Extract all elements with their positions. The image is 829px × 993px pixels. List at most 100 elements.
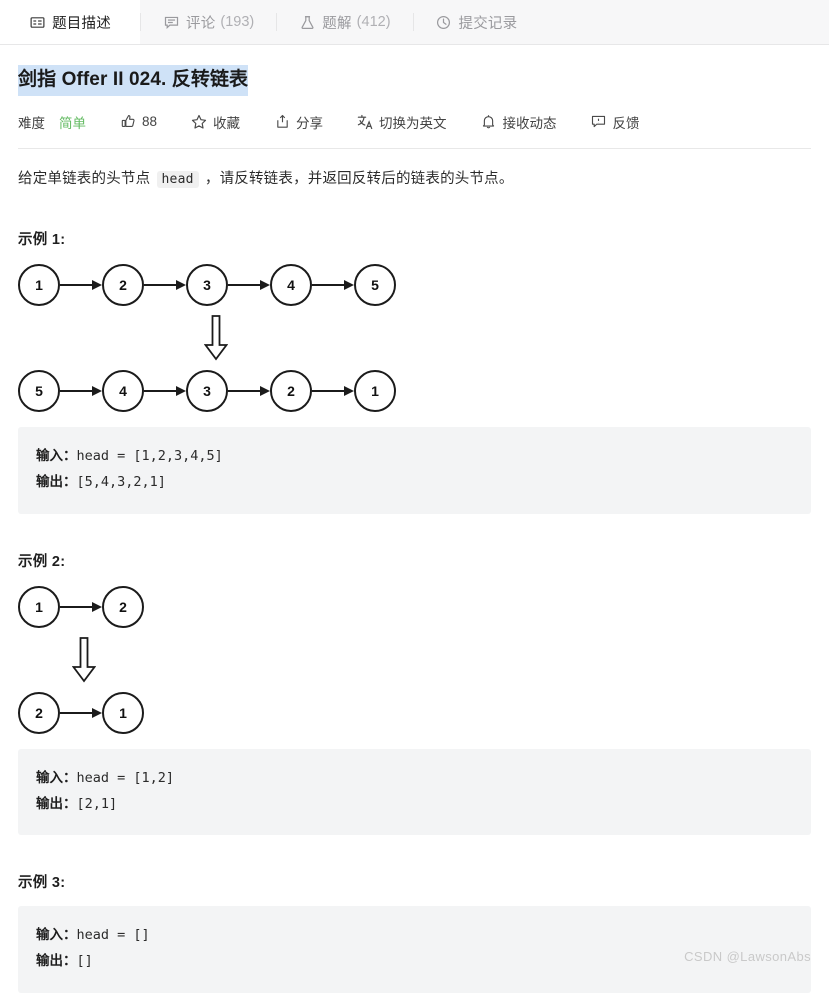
tab-comments-label: 评论 (186, 15, 216, 32)
tab-description[interactable]: 题目描述 (0, 0, 140, 44)
arrow-right-icon (60, 601, 102, 613)
like-button[interactable]: 88 (120, 114, 157, 130)
list-node: 3 (186, 369, 228, 412)
input-label: 输入： (36, 927, 77, 944)
input-value: head = [1,2,3,4,5] (76, 447, 223, 464)
share-button[interactable]: 分享 (274, 112, 323, 132)
arrow-right-icon (312, 279, 354, 291)
input-label: 输入： (36, 447, 77, 464)
translate-icon (357, 114, 373, 130)
language-toggle-button[interactable]: 切换为英文 (357, 112, 447, 132)
arrow-right-icon (228, 279, 270, 291)
tab-description-label: 题目描述 (52, 15, 111, 32)
like-count: 88 (142, 114, 158, 130)
description-text-before: 给定单链表的头节点 (18, 170, 155, 187)
example-3-heading: 示例 3: (18, 875, 66, 892)
example-2-heading: 示例 2: (18, 553, 66, 570)
output-value: [5,4,3,2,1] (76, 474, 166, 491)
comment-icon (163, 14, 179, 30)
subscribe-button[interactable]: 接收动态 (481, 112, 557, 132)
example-1-diagram: 1 2 3 4 5 5 4 3 2 1 (18, 263, 811, 413)
arrow-right-icon (144, 385, 186, 397)
description-text-after: ，请反转链表，并返回反转后的链表的头节点。 (200, 170, 514, 187)
transform-arrow-row-1 (18, 307, 811, 369)
example-2-diagram: 1 2 2 1 (18, 585, 811, 735)
clock-icon (436, 14, 452, 30)
arrow-right-icon (228, 385, 270, 397)
bell-icon (481, 114, 497, 130)
list-node: 3 (186, 263, 228, 306)
subscribe-label: 接收动态 (502, 115, 557, 131)
example-1-output-line: 输出：[5,4,3,2,1] (36, 469, 793, 495)
arrow-right-icon (144, 279, 186, 291)
arrow-down-icon (72, 636, 96, 683)
linked-list-before: 1 2 3 4 5 (18, 263, 811, 307)
list-node: 2 (102, 263, 144, 306)
tab-solutions[interactable]: 题解 (412) (277, 0, 412, 44)
head-inline-code: head (156, 170, 199, 188)
example-1-input-line: 输入：head = [1,2,3,4,5] (36, 443, 793, 469)
example-2-input-line: 输入：head = [1,2] (36, 765, 793, 791)
share-label: 分享 (296, 115, 324, 131)
list-node: 5 (354, 263, 396, 306)
tab-submissions[interactable]: 提交记录 (414, 0, 540, 44)
output-label: 输出： (36, 795, 77, 812)
arrow-right-icon (60, 707, 102, 719)
thumbs-up-icon (120, 114, 136, 130)
favorite-button[interactable]: 收藏 (191, 112, 240, 132)
list-node: 1 (18, 263, 60, 306)
tab-solutions-label: 题解 (322, 15, 352, 32)
linked-list-after: 2 1 (18, 691, 811, 735)
arrow-right-icon (312, 385, 354, 397)
output-value: [2,1] (76, 795, 118, 812)
problem-meta-row: 难度 简单 88 收藏 分享 切换为英文 接收动态 反馈 (18, 110, 811, 134)
feedback-icon (591, 114, 607, 130)
tab-bar: 题目描述 评论 (193) 题解 (412) 提交记录 (0, 0, 829, 45)
example-3-input-line: 输入：head = [] (36, 922, 793, 948)
tab-comments[interactable]: 评论 (193) (141, 0, 276, 44)
difficulty-group: 难度 简单 (18, 112, 86, 132)
difficulty-label: 难度 (18, 115, 45, 131)
example-1-heading: 示例 1: (18, 231, 66, 248)
problem-description: 给定单链表的头节点 head ，请反转链表，并返回反转后的链表的头节点。 (18, 167, 811, 192)
list-node: 1 (354, 369, 396, 412)
tab-submissions-label: 提交记录 (458, 15, 518, 32)
star-icon (191, 114, 207, 130)
example-3-output-line: 输出：[] (36, 948, 793, 974)
problem-content: 剑指 Offer II 024. 反转链表 难度 简单 88 收藏 分享 切换为… (0, 45, 829, 993)
example-2-code-block: 输入：head = [1,2] 输出：[2,1] (18, 748, 811, 836)
list-node: 4 (270, 263, 312, 306)
list-node: 1 (18, 585, 60, 628)
list-node: 2 (102, 585, 144, 628)
feedback-button[interactable]: 反馈 (591, 112, 640, 132)
output-value: [] (76, 953, 93, 970)
list-node: 2 (270, 369, 312, 412)
example-1-code-block: 输入：head = [1,2,3,4,5] 输出：[5,4,3,2,1] (18, 426, 811, 514)
meta-divider (18, 147, 811, 149)
arrow-right-icon (60, 385, 102, 397)
description-icon (29, 14, 45, 30)
feedback-label: 反馈 (612, 115, 640, 131)
list-node: 2 (18, 691, 60, 734)
language-toggle-label: 切换为英文 (379, 115, 447, 131)
list-node: 4 (102, 369, 144, 412)
tab-solutions-count: (412) (356, 14, 391, 30)
output-label: 输出： (36, 474, 77, 491)
flask-icon (299, 14, 315, 30)
difficulty-value: 简单 (59, 115, 86, 131)
page-title: 剑指 Offer II 024. 反转链表 (18, 65, 249, 96)
input-value: head = [1,2] (76, 769, 175, 786)
linked-list-before: 1 2 (18, 585, 811, 629)
share-icon (274, 114, 290, 130)
arrow-right-icon (60, 279, 102, 291)
input-label: 输入： (36, 769, 77, 786)
transform-arrow-row-2 (18, 629, 811, 691)
watermark: CSDN @LawsonAbs (684, 949, 811, 964)
example-2-output-line: 输出：[2,1] (36, 791, 793, 817)
input-value: head = [] (76, 927, 150, 944)
list-node: 1 (102, 691, 144, 734)
favorite-label: 收藏 (213, 115, 241, 131)
page-title-wrap: 剑指 Offer II 024. 反转链表 (18, 45, 811, 96)
arrow-down-icon (204, 315, 228, 361)
output-label: 输出： (36, 953, 77, 970)
